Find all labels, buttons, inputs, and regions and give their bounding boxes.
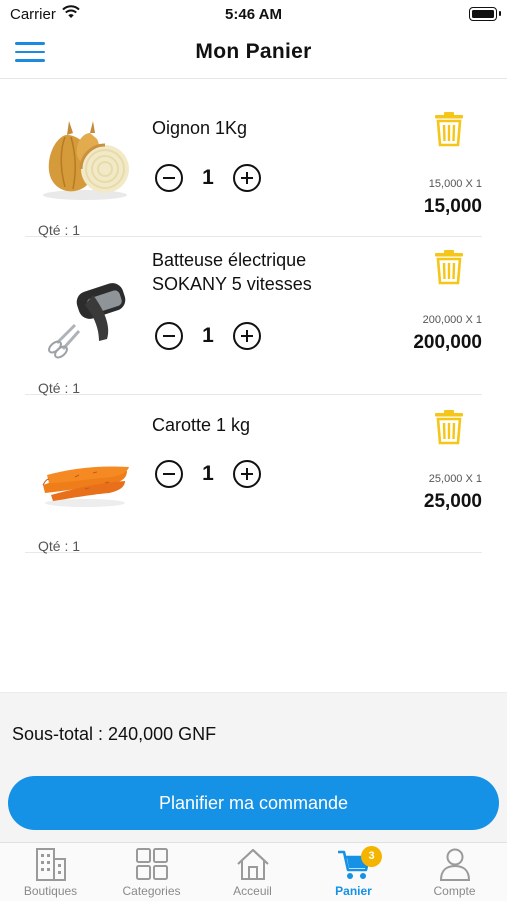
carrot-image: [42, 466, 129, 507]
tab-label: Boutiques: [23, 884, 78, 898]
tab-label: Panier: [335, 884, 372, 898]
quantity-label: Qté : 1: [38, 222, 81, 238]
quantity-stepper: 1: [155, 322, 265, 354]
onion-image: [43, 121, 129, 200]
clock: 5:46 AM: [225, 6, 282, 23]
tab-panier[interactable]: 3 Panier: [303, 843, 404, 901]
building-icon: [35, 848, 66, 881]
unit-price: 200,000 X 1: [422, 314, 482, 326]
plus-icon[interactable]: [233, 164, 261, 192]
trash-icon[interactable]: [433, 249, 465, 285]
user-icon: [439, 848, 470, 881]
quantity-label: Qté : 1: [38, 380, 81, 396]
item-total: 15,000: [423, 196, 482, 217]
tab-boutiques[interactable]: Boutiques: [0, 843, 101, 901]
status-bar: Carrier 5:46 AM: [0, 0, 507, 28]
subtotal-label: Sous-total : 240,000 GNF: [12, 724, 217, 744]
tab-categories[interactable]: Categories: [101, 843, 202, 901]
trash-icon[interactable]: [433, 409, 465, 445]
product-name: Carotte 1 kg: [152, 415, 251, 435]
home-icon: [236, 848, 269, 880]
minus-icon[interactable]: [155, 164, 183, 192]
product-name: Oignon 1Kg: [152, 118, 248, 138]
item-total: 25,000: [423, 491, 482, 512]
cart-badge: 3: [361, 846, 382, 867]
battery-icon: [469, 7, 497, 21]
cart-item: Batteuse électrique SOKANY 5 vitesses 1 …: [25, 237, 482, 396]
quantity-label: Qté : 1: [38, 538, 81, 554]
minus-icon[interactable]: [155, 322, 183, 350]
tab-label: Acceuil: [233, 884, 272, 898]
trash-icon[interactable]: [433, 111, 465, 147]
page-title: Mon Panier: [195, 40, 312, 63]
summary-panel: Sous-total : 240,000 GNF Planifier ma co…: [0, 692, 507, 843]
plan-order-button[interactable]: Planifier ma commande: [8, 776, 499, 830]
unit-price: 25,000 X 1: [428, 473, 482, 485]
tab-accueil[interactable]: Acceuil: [202, 843, 303, 901]
grid-icon: [135, 848, 168, 880]
tab-bar: Boutiques Categories Acceuil 3 Panier Co…: [0, 842, 507, 901]
unit-price: 15,000 X 1: [428, 178, 482, 190]
nav-bar: Mon Panier: [0, 28, 507, 79]
cart-list: Oignon 1Kg 1 15,000 X 1 15,000 Qté : 1 B…: [0, 79, 507, 554]
product-name: Batteuse électrique SOKANY 5 vitesses: [152, 250, 312, 294]
plus-icon[interactable]: [233, 460, 261, 488]
quantity-value: 1: [202, 166, 214, 189]
battery-tip: [499, 11, 501, 16]
tab-label: Categories: [122, 884, 181, 898]
plus-icon[interactable]: [233, 322, 261, 350]
quantity-stepper: 1: [155, 460, 265, 492]
cart-item: Carotte 1 kg 1 25,000 X 1 25,000 Qté : 1: [25, 395, 482, 554]
quantity-value: 1: [202, 462, 214, 485]
quantity-value: 1: [202, 324, 214, 347]
quantity-stepper: 1: [155, 164, 265, 196]
tab-compte[interactable]: Compte: [404, 843, 505, 901]
mixer-image: [48, 283, 126, 359]
cart-item: Oignon 1Kg 1 15,000 X 1 15,000 Qté : 1: [25, 79, 482, 238]
item-total: 200,000: [413, 332, 482, 353]
minus-icon[interactable]: [155, 460, 183, 488]
tab-label: Compte: [433, 884, 476, 898]
